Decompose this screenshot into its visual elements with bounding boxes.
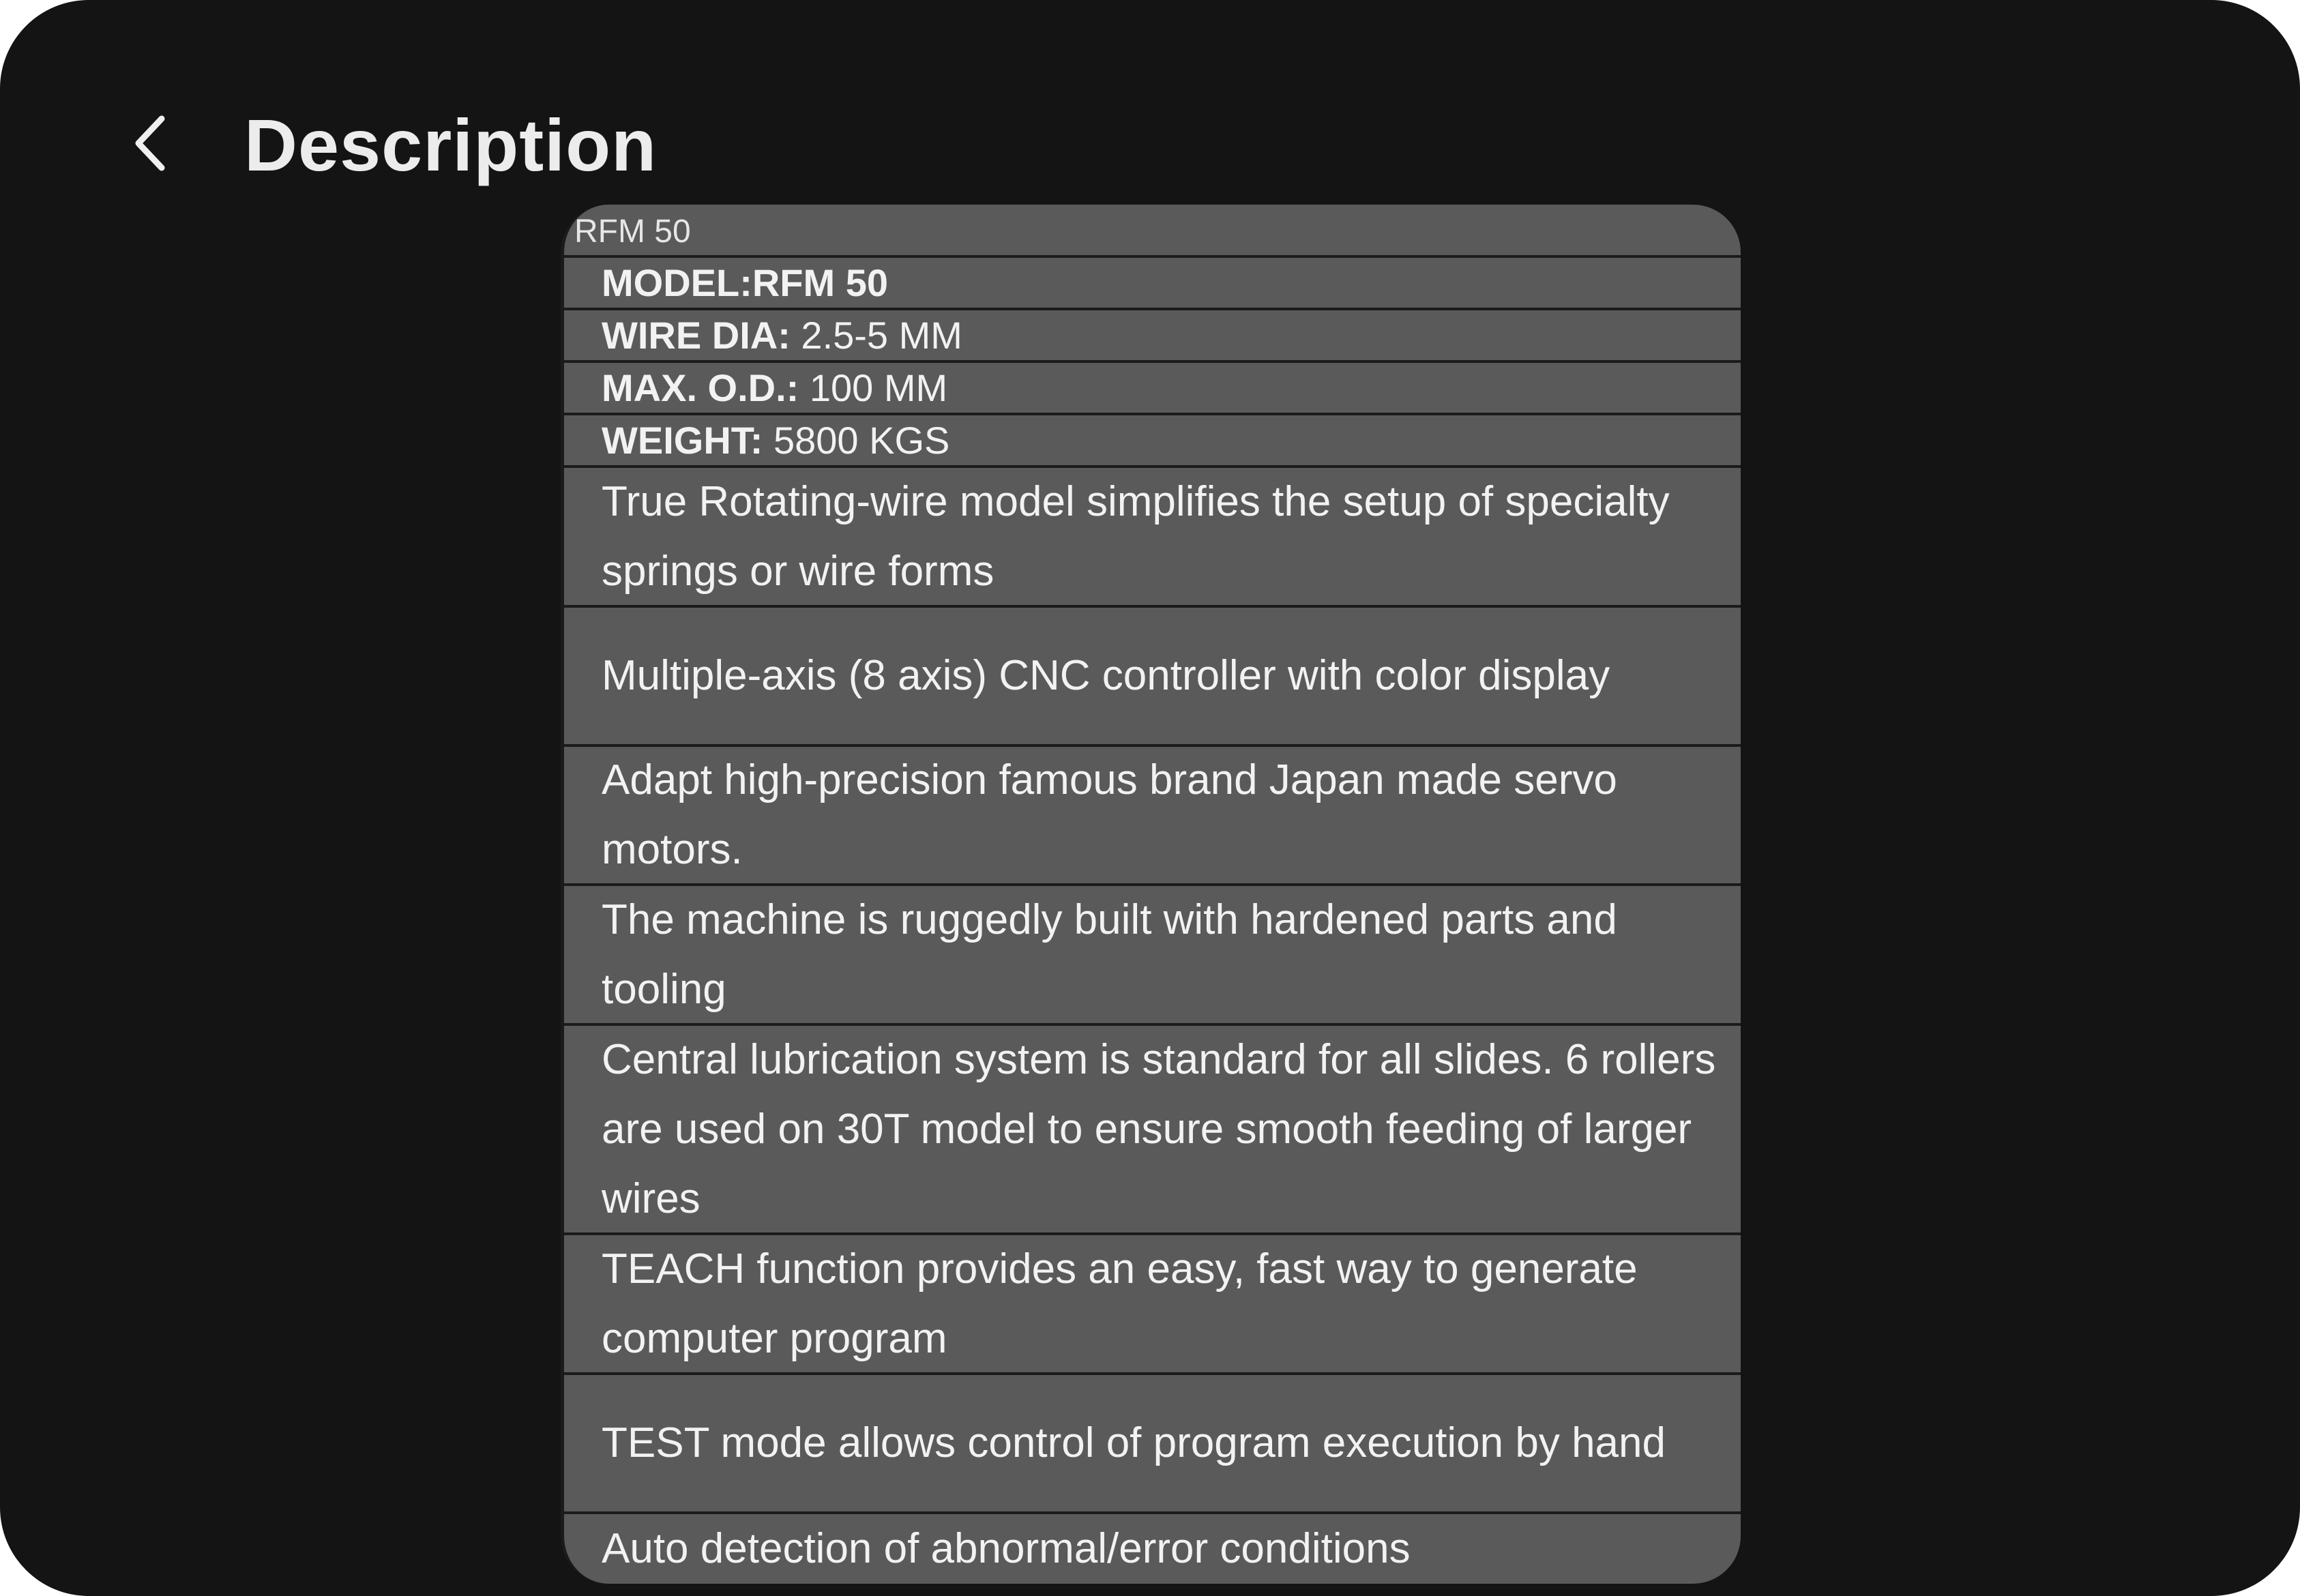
feature-text: True Rotating-wire model simplifies the … [602,477,1670,595]
spec-row-model: MODEL:RFM 50 [564,255,1741,308]
spec-value: 2.5-5 MM [801,314,962,357]
feature-row: Auto detection of abnormal/error conditi… [564,1511,1741,1584]
feature-text: Multiple-axis (8 axis) CNC controller wi… [602,652,1610,699]
spec-row-wire-dia: WIRE DIA: 2.5-5 MM [564,308,1741,360]
spec-value: 5800 KGS [773,419,950,462]
feature-row: TEACH function provides an easy, fast wa… [564,1232,1741,1372]
page-title: Description [244,104,658,186]
feature-text: TEACH function provides an easy, fast wa… [602,1245,1638,1362]
spec-label: MODEL:RFM 50 [602,261,888,304]
description-card[interactable]: RFM 50 MODEL:RFM 50 WIRE DIA: 2.5-5 MM M… [561,205,1741,1584]
spec-row-max-od: MAX. O.D.: 100 MM [564,360,1741,413]
card-caption: RFM 50 [574,213,691,250]
feature-row: TEST mode allows control of program exec… [564,1372,1741,1511]
feature-text: TEST mode allows control of program exec… [602,1419,1666,1466]
feature-text: The machine is ruggedly built with harde… [602,896,1617,1013]
feature-text: Adapt high-precision famous brand Japan … [602,756,1617,873]
feature-row: Adapt high-precision famous brand Japan … [564,744,1741,883]
description-screen: Description RFM 50 MODEL:RFM 50 WIRE DIA… [0,0,2300,1596]
feature-row: Central lubrication system is standard f… [564,1023,1741,1232]
spec-label: WEIGHT: [602,419,763,462]
feature-text: Auto detection of abnormal/error conditi… [602,1525,1411,1572]
spec-value: 100 MM [809,366,948,409]
spec-row-weight: WEIGHT: 5800 KGS [564,413,1741,465]
feature-row: The machine is ruggedly built with harde… [564,883,1741,1023]
chevron-left-icon [126,109,174,177]
back-button[interactable] [113,102,188,184]
spec-label: WIRE DIA: [602,314,791,357]
feature-row: Multiple-axis (8 axis) CNC controller wi… [564,605,1741,744]
feature-row: True Rotating-wire model simplifies the … [564,465,1741,605]
feature-text: Central lubrication system is standard f… [602,1035,1716,1222]
spec-label: MAX. O.D.: [602,366,799,409]
